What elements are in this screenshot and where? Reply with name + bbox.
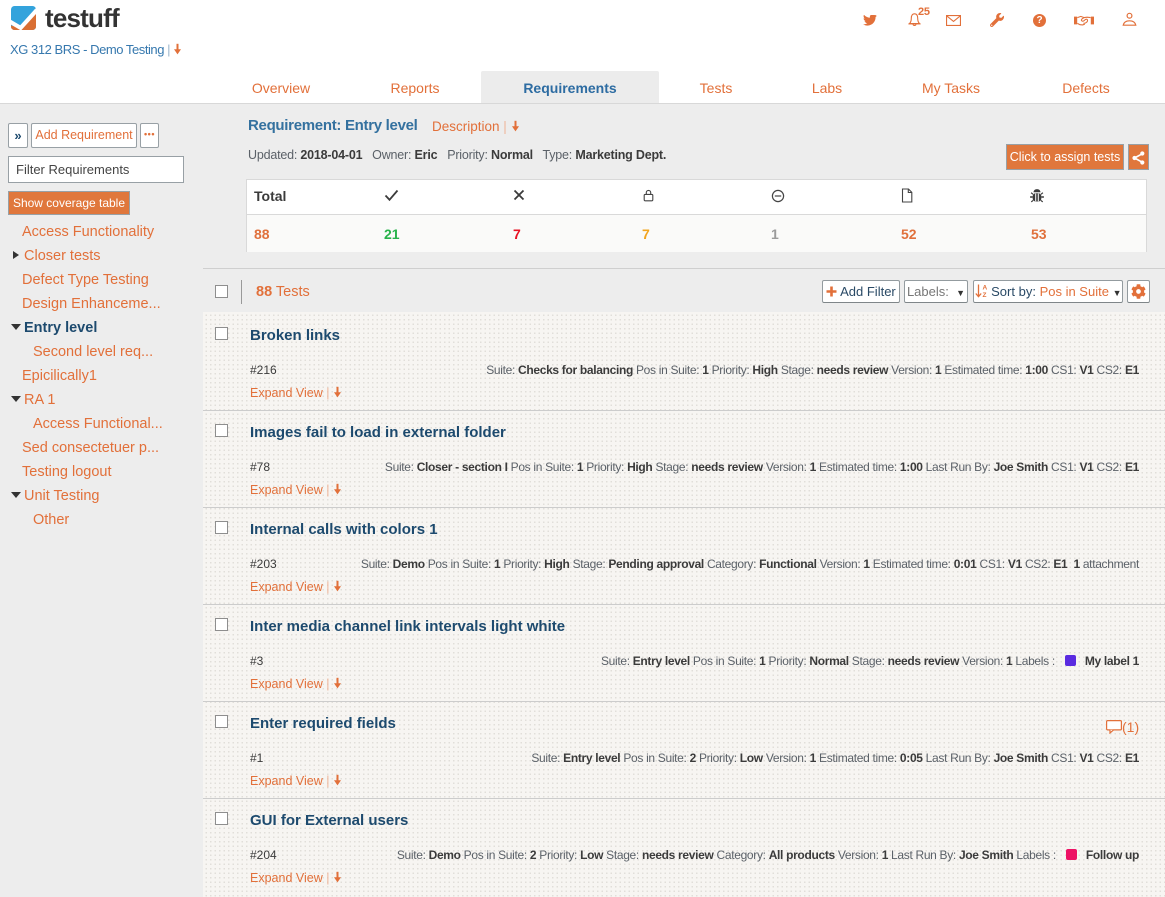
svg-text:A: A	[982, 285, 987, 292]
svg-text:Z: Z	[982, 292, 986, 298]
